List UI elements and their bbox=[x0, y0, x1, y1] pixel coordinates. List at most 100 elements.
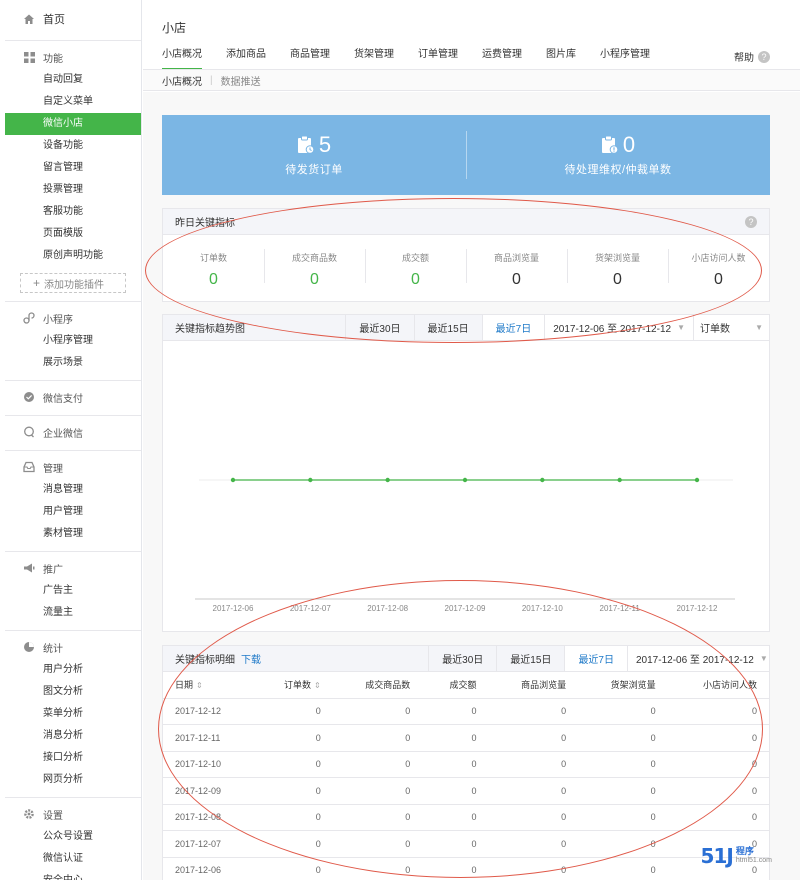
table-cell: 0 bbox=[253, 857, 333, 880]
pending-shipment-card[interactable]: 5 待发货订单 bbox=[162, 115, 466, 195]
table-cell: 2017-12-06 bbox=[163, 857, 254, 880]
table-row: 2017-12-11 0 0 0 0 0 0 bbox=[163, 724, 769, 752]
add-plugin-button[interactable]: + 添加功能插件 bbox=[20, 273, 126, 293]
metric-value: 0 bbox=[209, 271, 218, 288]
pending-shipment-value: 5 bbox=[318, 132, 332, 157]
sidebar-item-customer-service[interactable]: 客服功能 bbox=[5, 201, 141, 223]
question-icon[interactable]: ? bbox=[745, 216, 757, 228]
tab-shipping-manage[interactable]: 运费管理 bbox=[482, 46, 522, 70]
detail-title: 关键指标明细 下载 bbox=[163, 646, 428, 671]
sidebar-head-label: 功能 bbox=[43, 53, 63, 65]
sidebar-item-user-analysis[interactable]: 用户分析 bbox=[5, 659, 141, 681]
sidebar-head-label: 小程序 bbox=[43, 314, 73, 326]
column-header-date[interactable]: 日期 ⇕ bbox=[163, 672, 254, 699]
sidebar-item-article-analysis[interactable]: 图文分析 bbox=[5, 681, 141, 703]
table-row: 2017-12-06 0 0 0 0 0 0 bbox=[163, 857, 769, 880]
tab-store-overview[interactable]: 小店概况 bbox=[162, 46, 202, 70]
column-label: 日期 bbox=[175, 680, 194, 691]
sidebar-item-auto-reply[interactable]: 自动回复 bbox=[5, 69, 141, 91]
table-row: 2017-12-09 0 0 0 0 0 0 bbox=[163, 777, 769, 805]
sidebar-group-promote: 推广 广告主 流量主 bbox=[5, 552, 141, 631]
date-range-picker[interactable]: 2017-12-06 至 2017-12-12 ▼ bbox=[627, 646, 769, 671]
range-30-days-button[interactable]: 最近30日 bbox=[428, 646, 496, 671]
data-point bbox=[540, 477, 545, 483]
sidebar-item-device[interactable]: 设备功能 bbox=[5, 135, 141, 157]
subnav-overview[interactable]: 小店概况 bbox=[162, 73, 202, 88]
sub-navigation: 小店概况 | 数据推送 bbox=[143, 69, 800, 91]
sidebar-item-display-scene[interactable]: 展示场景 bbox=[5, 352, 141, 374]
sidebar-group-features: 功能 自动回复 自定义菜单 微信小店 设备功能 留言管理 投票管理 客服功能 页… bbox=[5, 41, 141, 302]
sidebar-item-security[interactable]: 安全中心 bbox=[5, 870, 141, 880]
sidebar-item-account-settings[interactable]: 公众号设置 bbox=[5, 826, 141, 848]
metric-select[interactable]: 订单数 ▼ bbox=[693, 315, 769, 340]
table-cell: 0 bbox=[422, 751, 489, 778]
table-cell: 0 bbox=[578, 830, 668, 858]
pending-disputes-card[interactable]: 0 待处理维权/仲裁单数 bbox=[466, 115, 770, 195]
table-row: 2017-12-10 0 0 0 0 0 0 bbox=[163, 751, 769, 778]
sidebar-head-label: 企业微信 bbox=[43, 428, 83, 440]
date-range-picker[interactable]: 2017-12-06 至 2017-12-12 ▼ bbox=[544, 315, 693, 340]
help-link[interactable]: 帮助 ? bbox=[734, 49, 770, 64]
table-cell: 0 bbox=[253, 751, 333, 778]
sidebar-head-features: 功能 bbox=[5, 45, 141, 69]
sidebar-item-message-analysis[interactable]: 消息分析 bbox=[5, 725, 141, 747]
sidebar-item-materials[interactable]: 素材管理 bbox=[5, 523, 141, 545]
x-tick-label: 2017-12-12 bbox=[677, 604, 718, 613]
sidebar-item-web-analysis[interactable]: 网页分析 bbox=[5, 769, 141, 791]
sidebar-item-home[interactable]: 首页 bbox=[5, 4, 141, 34]
sidebar-item-comments[interactable]: 留言管理 bbox=[5, 157, 141, 179]
sidebar-item-publisher[interactable]: 流量主 bbox=[5, 602, 141, 624]
tab-shelf-manage[interactable]: 货架管理 bbox=[354, 46, 394, 70]
metric-revenue: 成交额 0 bbox=[365, 235, 466, 305]
range-15-days-button[interactable]: 最近15日 bbox=[496, 646, 564, 671]
metric-label: 货架浏览量 bbox=[594, 253, 640, 263]
tab-order-manage[interactable]: 订单管理 bbox=[418, 46, 458, 70]
data-point bbox=[230, 477, 236, 483]
tab-add-product[interactable]: 添加商品 bbox=[226, 46, 266, 70]
table-cell: 0 bbox=[667, 724, 769, 752]
sidebar-item-menu-analysis[interactable]: 菜单分析 bbox=[5, 703, 141, 725]
table-cell: 2017-12-11 bbox=[163, 724, 254, 752]
table-cell: 0 bbox=[422, 698, 489, 725]
trend-controls: 关键指标趋势图 最近30日 最近15日 最近7日 2017-12-06 至 20… bbox=[163, 315, 769, 341]
yesterday-metrics-header: 昨日关键指标 ? bbox=[163, 209, 769, 235]
detail-table-panel: 关键指标明细 下载 最近30日 最近15日 最近7日 2017-12-06 至 … bbox=[162, 645, 770, 880]
sidebar-head-stats: 统计 bbox=[5, 635, 141, 659]
sidebar-item-page-template[interactable]: 页面模版 bbox=[5, 223, 141, 245]
range-7-days-button[interactable]: 最近7日 bbox=[481, 315, 545, 340]
sidebar-item-vote[interactable]: 投票管理 bbox=[5, 179, 141, 201]
sidebar-item-verification[interactable]: 微信认证 bbox=[5, 848, 141, 870]
range-30-days-button[interactable]: 最近30日 bbox=[345, 315, 413, 340]
sidebar-item-advertiser[interactable]: 广告主 bbox=[5, 580, 141, 602]
sidebar-item-wechat-store[interactable]: 微信小店 bbox=[5, 113, 141, 135]
sidebar-item-miniprogram-manage[interactable]: 小程序管理 bbox=[5, 330, 141, 352]
table-cell: 0 bbox=[578, 804, 668, 831]
metric-orders: 订单数 0 bbox=[163, 235, 264, 305]
sidebar-item-custom-menu[interactable]: 自定义菜单 bbox=[5, 91, 141, 113]
sidebar: 首页 功能 自动回复 自定义菜单 微信小店 设备功能 留言管理 投票管理 客服功… bbox=[5, 0, 142, 880]
sidebar-item-api-analysis[interactable]: 接口分析 bbox=[5, 747, 141, 769]
table-cell: 0 bbox=[488, 724, 579, 752]
tab-miniprogram-manage[interactable]: 小程序管理 bbox=[600, 46, 650, 70]
table-cell: 0 bbox=[667, 830, 769, 858]
sidebar-item-messages[interactable]: 消息管理 bbox=[5, 479, 141, 501]
subnav-data-push[interactable]: 数据推送 bbox=[221, 73, 261, 88]
tab-image-library[interactable]: 图片库 bbox=[546, 46, 576, 70]
download-link[interactable]: 下载 bbox=[241, 651, 261, 666]
range-7-days-button[interactable]: 最近7日 bbox=[564, 646, 627, 671]
sidebar-item-original-claim[interactable]: 原创声明功能 bbox=[5, 245, 141, 267]
sidebar-item-wechat-pay[interactable]: 微信支付 bbox=[5, 385, 141, 409]
table-cell: 0 bbox=[253, 804, 333, 831]
column-header-items-sold: 成交商品数 bbox=[332, 672, 423, 699]
table-cell: 0 bbox=[253, 777, 333, 805]
range-15-days-button[interactable]: 最近15日 bbox=[413, 315, 482, 340]
sidebar-item-enterprise-wechat[interactable]: 企业微信 bbox=[5, 420, 141, 444]
metric-label: 成交商品数 bbox=[291, 253, 337, 263]
table-cell: 0 bbox=[332, 698, 423, 725]
sidebar-head-label: 统计 bbox=[43, 643, 63, 655]
column-header-orders[interactable]: 订单数 ⇕ bbox=[253, 672, 333, 699]
tab-product-manage[interactable]: 商品管理 bbox=[290, 46, 330, 70]
metric-items-sold: 成交商品数 0 bbox=[264, 235, 365, 305]
sidebar-item-users[interactable]: 用户管理 bbox=[5, 501, 141, 523]
table-cell: 0 bbox=[332, 804, 423, 831]
